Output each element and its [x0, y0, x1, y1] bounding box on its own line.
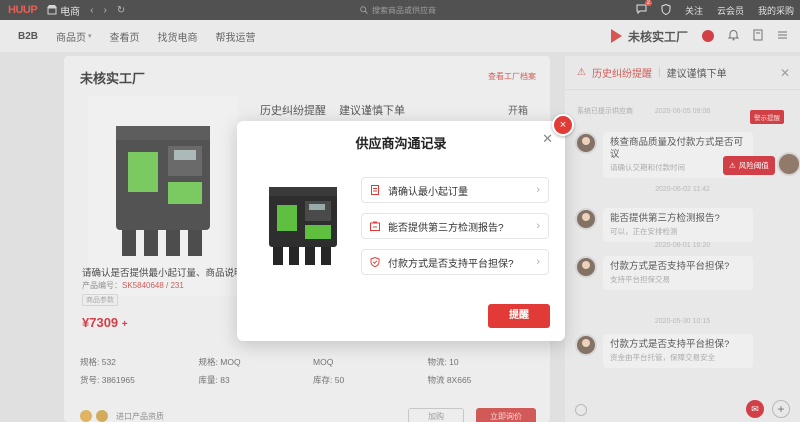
option-min-order[interactable]: 请确认最小起订量 › — [361, 177, 549, 203]
chevron-right-icon: › — [536, 220, 540, 232]
modal-title: 供应商沟通记录 — [355, 136, 447, 151]
modal-product-image — [263, 179, 343, 271]
remind-button[interactable]: 提醒 — [488, 304, 550, 328]
report-icon — [370, 221, 380, 231]
power-module-icon — [269, 187, 337, 265]
close-badge-icon[interactable]: × — [552, 114, 574, 136]
close-icon[interactable]: ✕ — [542, 131, 553, 147]
chevron-right-icon: › — [536, 256, 540, 268]
option-label: 能否提供第三方检测报告? — [388, 222, 504, 234]
option-label: 请确认最小起订量 — [388, 186, 468, 198]
chevron-right-icon: › — [536, 184, 540, 196]
supplier-communication-modal: 供应商沟通记录 ✕ 请确认最小起订量 › 能否提供第三方检测报告? › 付款方式… — [237, 121, 565, 341]
option-platform-guarantee[interactable]: 付款方式是否支持平台担保? › — [361, 249, 549, 275]
option-label: 付款方式是否支持平台担保? — [388, 258, 514, 270]
option-inspection-report[interactable]: 能否提供第三方检测报告? › — [361, 213, 549, 239]
shield-check-icon — [370, 257, 380, 267]
document-icon — [371, 185, 379, 195]
